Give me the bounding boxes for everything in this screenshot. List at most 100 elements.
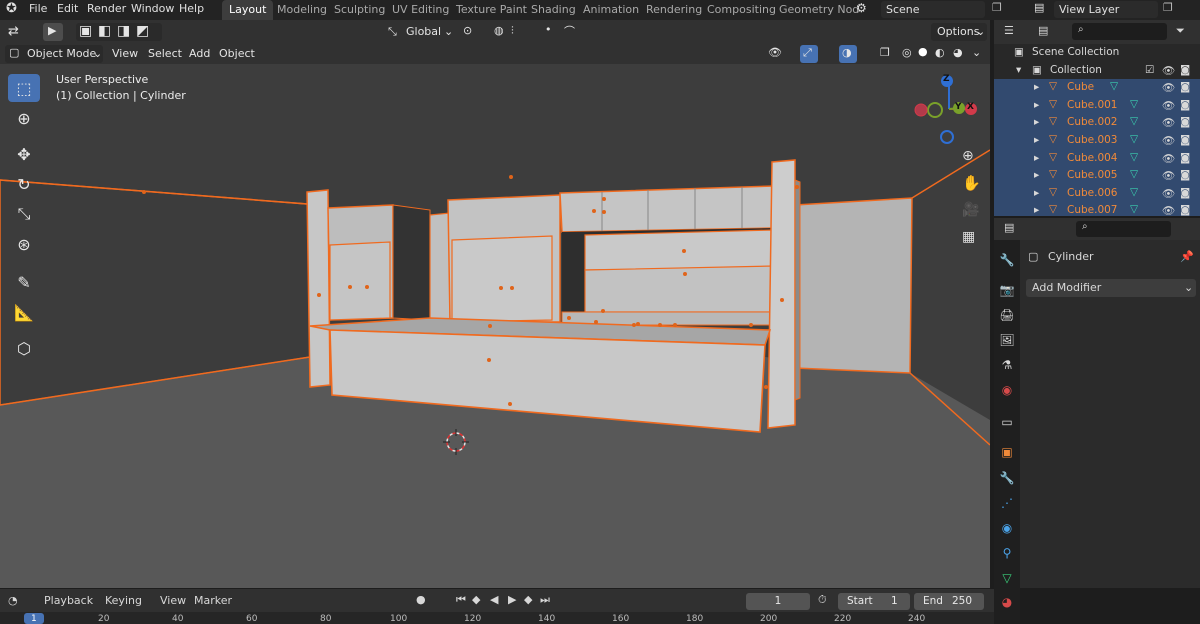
eye-icon[interactable]: 👁	[1162, 204, 1175, 216]
menu-keying[interactable]: Keying	[105, 594, 142, 607]
physics-tab-icon[interactable]: ◉	[997, 518, 1017, 538]
cursor-tool-icon[interactable]: ⊕	[8, 104, 40, 132]
end-frame-field[interactable]: End 250	[914, 593, 984, 610]
list-item[interactable]: ▸ ▽ Cube.002 ▽ 👁 ◙	[994, 114, 1200, 132]
measure-tool-icon[interactable]: 📐	[8, 298, 40, 326]
filter-view-icon[interactable]: ▤	[1038, 24, 1048, 37]
solid-shading-icon[interactable]: ●	[918, 45, 928, 58]
menu-object[interactable]: Object	[219, 47, 255, 60]
camera-icon[interactable]: ◙	[1180, 64, 1190, 76]
tab-modeling[interactable]: Modeling	[270, 0, 334, 20]
select-invert-icon[interactable]: ◩	[136, 23, 149, 39]
scale-tool-icon[interactable]: ⤡	[8, 200, 40, 228]
chevron-right-icon[interactable]: ▸	[1034, 116, 1039, 128]
pin-icon[interactable]: 📌	[1180, 250, 1194, 263]
jump-end-icon[interactable]: ⏭	[540, 593, 550, 607]
menu-file[interactable]: File	[29, 2, 47, 15]
list-item[interactable]: ▸ ▽ Cube.006 ▽ 👁 ◙	[994, 184, 1200, 203]
add-cube-tool-icon[interactable]: ⬡	[8, 334, 40, 362]
tab-compositing[interactable]: Compositing	[700, 0, 783, 20]
eye-icon[interactable]: 👁	[1162, 169, 1175, 182]
jump-start-icon[interactable]: ⏮	[456, 593, 466, 607]
tool-tab-icon[interactable]: 🔧	[997, 250, 1017, 270]
particles-tab-icon[interactable]: ⋰	[997, 493, 1017, 513]
wireframe-shading-icon[interactable]: ◎	[902, 46, 912, 59]
menu-view[interactable]: View	[160, 594, 186, 607]
gizmo-toggle[interactable]: ⤢	[800, 45, 818, 63]
editor-type-icon[interactable]: ▤	[1004, 221, 1014, 234]
eye-icon[interactable]: 👁	[1162, 116, 1175, 129]
modifier-tab-icon[interactable]: 🔧	[997, 468, 1017, 488]
xray-icon[interactable]: ❐	[880, 46, 890, 59]
tab-shading[interactable]: Shading	[524, 0, 583, 20]
record-icon[interactable]: ●	[416, 593, 426, 606]
camera-icon[interactable]: ◙	[1180, 187, 1190, 199]
falloff-icon[interactable]: ⌒	[564, 23, 575, 39]
collection-tab-icon[interactable]: ▭	[997, 412, 1017, 432]
add-modifier-button[interactable]: Add Modifier ⌄	[1026, 279, 1196, 297]
menu-select[interactable]: Select	[148, 47, 182, 60]
list-item[interactable]: ▸ ▽ Cube.004 ▽ 👁 ◙	[994, 149, 1200, 168]
tab-animation[interactable]: Animation	[576, 0, 646, 20]
current-frame-field[interactable]: 1	[746, 593, 810, 610]
scene-selector[interactable]: Scene	[881, 1, 985, 18]
scene-icon[interactable]: ⚙	[856, 1, 867, 15]
menu-view[interactable]: View	[112, 47, 138, 60]
copy-icon[interactable]: ❐	[992, 1, 1002, 14]
options-dropdown[interactable]: Options ⌄	[931, 23, 987, 41]
data-tab-icon[interactable]: ▽	[997, 568, 1017, 588]
select-extend-icon[interactable]: ◧	[98, 23, 111, 39]
chevron-right-icon[interactable]: ▸	[1034, 169, 1039, 181]
tab-layout[interactable]: Layout	[222, 0, 274, 20]
tab-rendering[interactable]: Rendering	[639, 0, 709, 20]
next-keyframe-icon[interactable]: ◆	[524, 593, 532, 606]
camera-icon[interactable]: ◙	[1180, 99, 1190, 111]
collection-row[interactable]: ▾ ▣ Collection ☑ 👁 ◙	[994, 62, 1200, 80]
chevron-right-icon[interactable]: ▸	[1034, 204, 1039, 216]
menu-playback[interactable]: Playback	[44, 594, 93, 607]
play-reverse-icon[interactable]: ◀	[490, 593, 498, 606]
display-mode-icon[interactable]: ☰	[1004, 24, 1014, 37]
prev-keyframe-icon[interactable]: ◆	[472, 593, 480, 606]
tab-geometry-nodes[interactable]: Geometry Nod	[772, 0, 866, 20]
chevron-right-icon[interactable]: ▸	[1034, 99, 1039, 111]
tab-texture-paint[interactable]: Texture Paint	[449, 0, 534, 20]
list-item[interactable]: ▸ ▽ Cube.007 ▽ 👁 ◙	[994, 202, 1200, 216]
eye-icon[interactable]: 👁	[1162, 64, 1175, 77]
camera-icon[interactable]: ◙	[1180, 204, 1190, 216]
move-tool-icon[interactable]: ✥	[8, 140, 40, 168]
chevron-right-icon[interactable]: ▸	[1034, 81, 1039, 93]
scene-collection-row[interactable]: ▣ Scene Collection	[994, 44, 1200, 62]
transform-tool-icon[interactable]: ⊛	[8, 230, 40, 258]
orientation-dropdown[interactable]: Global ⌄	[402, 23, 456, 41]
zoom-icon[interactable]: ⊕	[962, 148, 974, 164]
selection-mode-group[interactable]: ▣ ◧ ◨ ◩	[76, 23, 162, 41]
eye-icon[interactable]: 👁	[1162, 99, 1175, 112]
menu-edit[interactable]: Edit	[57, 2, 78, 15]
chevron-right-icon[interactable]: ▸	[1034, 187, 1039, 199]
tab-sculpting[interactable]: Sculpting	[327, 0, 392, 20]
menu-render[interactable]: Render	[87, 2, 126, 15]
copy-icon[interactable]: ❐	[1163, 1, 1173, 14]
pan-hand-icon[interactable]: ✋	[962, 174, 981, 192]
rendered-shading-icon[interactable]: ◕	[953, 46, 963, 59]
select-subtract-icon[interactable]: ◨	[117, 23, 130, 39]
visibility-icon[interactable]: 👁	[768, 46, 782, 59]
chevron-down-icon[interactable]: ⌄	[972, 46, 981, 59]
overlay-toggle[interactable]: ◑	[839, 45, 857, 63]
select-new-icon[interactable]: ▣	[79, 23, 92, 39]
menu-marker[interactable]: Marker	[194, 594, 232, 607]
rotate-tool-icon[interactable]: ↻	[8, 170, 40, 198]
camera-icon[interactable]: ◙	[1180, 116, 1190, 128]
editor-type-icon[interactable]: ⇄	[8, 24, 19, 39]
view-layer-tab-icon[interactable]: 🖼	[997, 330, 1017, 350]
view-layer-icon[interactable]: ▤	[1034, 1, 1044, 14]
view-layer-selector[interactable]: View Layer	[1054, 1, 1158, 18]
filter-icon[interactable]: ⏷	[1176, 24, 1185, 38]
eye-icon[interactable]: 👁	[1162, 81, 1175, 94]
chevron-right-icon[interactable]: ▸	[1034, 152, 1039, 164]
menu-add[interactable]: Add	[189, 47, 210, 60]
mode-selector[interactable]: ▢ Object Mode ⌄	[5, 45, 103, 63]
menu-help[interactable]: Help	[179, 2, 204, 15]
clock-icon[interactable]: ◔	[8, 594, 18, 607]
